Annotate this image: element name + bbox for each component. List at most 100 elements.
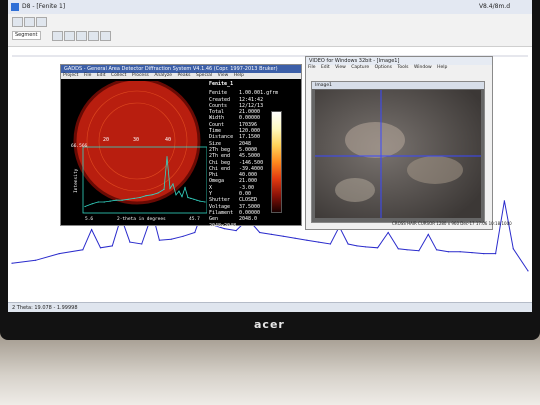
data-point [294, 237, 296, 239]
gadds-menu-project[interactable]: Project [63, 73, 78, 78]
data-point [172, 183, 174, 185]
data-point [157, 192, 159, 194]
data-point [91, 203, 93, 205]
frame-info-value: 5.0000 [239, 146, 258, 153]
peak-icon[interactable] [76, 31, 87, 41]
video-menu-options[interactable]: Options [375, 65, 392, 70]
grain-blob-3 [335, 178, 375, 202]
data-point [306, 239, 308, 241]
image-subwindow[interactable]: Image1 [311, 81, 485, 223]
smooth-icon[interactable] [100, 31, 111, 41]
gadds-menu-collect[interactable]: Collect [111, 73, 126, 78]
frame-info-value: 45.5000 [239, 153, 261, 160]
microscope-field [315, 90, 481, 218]
app-icon [11, 3, 19, 11]
video-statusbar: CROSS HAIR CURSOR 1280 x 960 Dec-17 17:0… [392, 221, 512, 226]
detector-frame: 20 30 40 66.566 Intensity 5.6 2-theta in… [71, 81, 207, 222]
data-point [193, 198, 195, 200]
ring-tick-label-30: 30 [133, 137, 139, 143]
print-icon[interactable] [36, 17, 47, 27]
gadds-menu-file[interactable]: File [84, 73, 92, 78]
video-menu-view[interactable]: View [335, 65, 346, 70]
ring-tick-label-20: 20 [103, 137, 109, 143]
data-point [103, 201, 105, 203]
frame-info-value: CLOSED [239, 197, 258, 204]
gadds-menu-peaks[interactable]: Peaks [178, 73, 191, 78]
data-point [115, 199, 117, 201]
frame-info-value: 170396 [239, 121, 258, 128]
data-point [235, 230, 237, 232]
frame-info-value: 2048 [239, 140, 252, 147]
data-point [169, 187, 171, 190]
acer-logo: acer [254, 318, 285, 331]
gadds-menu-analyze[interactable]: Analyze [154, 73, 172, 78]
frame-info-value: 40.000 [239, 172, 258, 179]
gadds-menu-help[interactable]: Help [234, 73, 244, 78]
frame-info-value: 17.1500 [239, 134, 261, 141]
image-subwindow-title: Image1 [312, 82, 484, 89]
video-window[interactable]: VIDEO for Windows 32bit - [Image1] File … [305, 56, 512, 230]
frame-info-value: 21.0000 [239, 109, 261, 116]
frame-info-value: 0.00 [239, 191, 252, 198]
video-menu-window[interactable]: Window [414, 65, 432, 70]
data-point [170, 238, 172, 240]
data-point [270, 233, 273, 235]
inset-xlabel: 2-theta in degrees [117, 216, 166, 222]
zoom-icon[interactable] [52, 31, 63, 41]
data-point [141, 243, 143, 245]
statusbar-readout: 2 Theta: 19.078 - 1.99998 [12, 305, 78, 311]
app-version: V8.4/8m.d [478, 3, 510, 10]
frame-info-value: 12:41:42 [239, 96, 264, 103]
inset-ylabel: Intensity [73, 168, 79, 193]
data-point [109, 200, 111, 202]
video-menu-edit[interactable]: Edit [321, 65, 330, 70]
data-point [84, 205, 86, 208]
data-point [199, 200, 201, 202]
data-point [471, 252, 473, 254]
data-point [190, 197, 192, 199]
data-point [447, 251, 449, 253]
save-icon[interactable] [24, 17, 35, 27]
data-point [329, 243, 331, 245]
frame-info-value: 0.00000 [239, 115, 261, 122]
frame-size-label: 2048x2048 [209, 222, 237, 229]
segment-dropdown[interactable]: Segment [12, 31, 41, 40]
video-menu-help[interactable]: Help [437, 65, 447, 70]
data-point [436, 249, 438, 251]
data-point [495, 253, 497, 255]
background-icon[interactable] [88, 31, 99, 41]
gadds-window[interactable]: GADDS - General Area Detector Diffractio… [60, 64, 302, 229]
frame-name: Fenite_1 [209, 81, 234, 87]
data-point [503, 200, 505, 202]
frame-info-value: -39.4000 [239, 165, 264, 172]
data-point [166, 156, 168, 158]
data-point [356, 245, 358, 247]
data-point [91, 229, 93, 231]
data-point [158, 239, 160, 241]
data-point [282, 235, 284, 237]
data-point [459, 251, 461, 253]
inset-ymax-label: 66.566 [71, 143, 88, 149]
video-menu-tools[interactable]: Tools [397, 65, 408, 70]
data-point [58, 253, 60, 255]
gadds-menu-special[interactable]: Special [196, 73, 212, 78]
frame-info-value: 37.5000 [239, 203, 261, 210]
open-icon[interactable] [12, 17, 23, 27]
frame-info-value: 1.00.001.gfrm [239, 90, 279, 97]
frame-info-value: 21.000 [239, 178, 258, 185]
cursor-icon[interactable] [64, 31, 75, 41]
frame-info-value: 120.000 [239, 128, 261, 135]
frame-info-value: -3.00 [239, 184, 255, 191]
toolbar: Segment [8, 14, 532, 47]
data-point [418, 250, 420, 252]
grain-blob-2 [407, 156, 463, 184]
gadds-menu-view[interactable]: View [218, 73, 229, 78]
gadds-menu-process[interactable]: Process [132, 73, 149, 78]
gadds-menu-edit[interactable]: Edit [97, 73, 106, 78]
data-point [187, 196, 189, 199]
data-point [127, 198, 129, 200]
video-menu-file[interactable]: File [308, 65, 316, 70]
video-menu-capture[interactable]: Capture [351, 65, 369, 70]
desk [0, 330, 540, 405]
frame-info-value: 12/12/13 [239, 102, 264, 109]
